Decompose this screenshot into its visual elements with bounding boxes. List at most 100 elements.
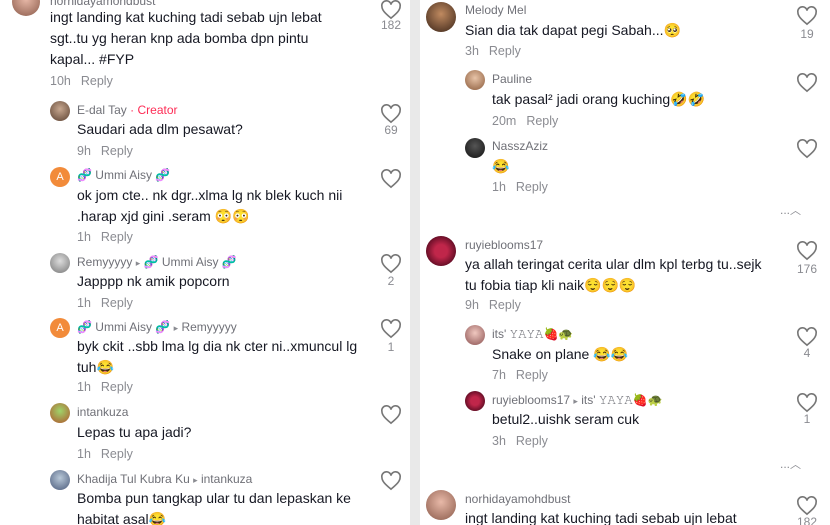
reply-button[interactable]: Reply xyxy=(526,114,558,128)
reply-button[interactable]: Reply xyxy=(101,380,133,394)
comment-text: betul2..uishk seram cuk xyxy=(492,411,640,427)
comment-time: 1h xyxy=(492,180,506,194)
reply-button[interactable]: Reply xyxy=(516,180,548,194)
avatar[interactable] xyxy=(12,0,40,16)
heart-icon[interactable] xyxy=(380,0,402,20)
comment-author[interactable]: Pauline xyxy=(492,72,532,86)
comment-text: byk ckit ..sbb lma lg dia nk cter ni..xm… xyxy=(77,338,358,375)
comment-author[interactable]: Melody Mel xyxy=(465,3,526,17)
reply-target[interactable]: 🧬 Ummi Aisy 🧬 xyxy=(144,255,237,269)
comment-text: Japppp nk amik popcorn xyxy=(77,273,230,289)
author-name: E-dal Tay xyxy=(77,103,127,117)
comment-time: 1h xyxy=(77,296,91,310)
chevron-up-icon: ︿ xyxy=(790,205,802,217)
heart-icon[interactable] xyxy=(796,327,818,347)
heart-icon[interactable] xyxy=(380,254,402,274)
comment-time: 1h xyxy=(77,447,91,461)
reply-button[interactable]: Reply xyxy=(81,74,113,88)
comment-meta: 1h Reply xyxy=(77,230,133,244)
comment-author[interactable]: 🧬 Ummi Aisy 🧬 xyxy=(77,168,170,182)
reply-button[interactable]: Reply xyxy=(489,298,521,312)
collapse-replies[interactable]: ...︿ xyxy=(780,202,801,218)
avatar[interactable] xyxy=(50,403,70,423)
avatar[interactable]: A xyxy=(50,167,70,187)
chevron-up-icon: ︿ xyxy=(790,459,802,471)
reply-target[interactable]: intankuza xyxy=(201,472,252,486)
comment-author[interactable]: intankuza xyxy=(77,405,128,419)
heart-icon[interactable] xyxy=(380,405,402,425)
comment-meta: 20m Reply xyxy=(492,114,558,128)
heart-icon[interactable] xyxy=(380,319,402,339)
heart-icon[interactable] xyxy=(380,104,402,124)
author-name: 🧬 Ummi Aisy 🧬 xyxy=(77,320,171,334)
comment-meta: 7h Reply xyxy=(492,368,548,382)
collapse-replies[interactable]: ...︿ xyxy=(780,456,801,472)
comment-meta: 1h Reply xyxy=(77,380,133,394)
comment-author[interactable]: ruyieblooms17 xyxy=(465,238,543,252)
avatar[interactable] xyxy=(426,490,456,520)
comment-author[interactable]: E-dal Tay · Creator xyxy=(77,103,178,117)
avatar[interactable] xyxy=(50,470,70,490)
comment-meta: 1h Reply xyxy=(492,180,548,194)
reply-button[interactable]: Reply xyxy=(101,447,133,461)
comment-author[interactable]: Khadija Tul Kubra Ku ▸ intankuza xyxy=(77,472,252,486)
author-name: ruyieblooms17 xyxy=(492,393,571,407)
comment-author[interactable]: norhidayamohdbust xyxy=(465,492,570,506)
comment-meta: 3h Reply xyxy=(492,434,548,448)
heart-icon[interactable] xyxy=(380,169,402,189)
like-count: 19 xyxy=(800,27,814,41)
heart-icon[interactable] xyxy=(796,393,818,413)
heart-icon[interactable] xyxy=(796,6,818,26)
comment-text: Bomba pun tangkap ular tu dan lepaskan k… xyxy=(77,490,351,525)
avatar[interactable] xyxy=(426,236,456,266)
comment-time: 10h xyxy=(50,74,71,88)
reply-target[interactable]: Remyyyyy xyxy=(181,320,236,334)
comment-text: ya allah teringat cerita ular dlm kpl te… xyxy=(465,256,762,293)
comment-time: 3h xyxy=(465,44,479,58)
comment-text: Snake on plane 😂😂 xyxy=(492,346,629,362)
avatar[interactable] xyxy=(50,101,70,121)
heart-icon[interactable] xyxy=(796,73,818,93)
reply-button[interactable]: Reply xyxy=(489,44,521,58)
comment-meta: 9h Reply xyxy=(465,298,521,312)
like-count: 1 xyxy=(387,340,395,354)
like-count: 176 xyxy=(796,262,818,276)
reply-arrow-icon: ▸ xyxy=(135,258,141,268)
like-count: 2 xyxy=(387,274,395,288)
avatar[interactable] xyxy=(465,70,485,90)
comment-author[interactable]: its' 𝚈𝙰𝚈𝙰🍓🐢 xyxy=(492,327,573,342)
reply-button[interactable]: Reply xyxy=(101,230,133,244)
like-count: 182 xyxy=(380,18,402,32)
comment-text: ok jom cte.. nk dgr..xlma lg nk blek kuc… xyxy=(77,187,343,224)
avatar[interactable] xyxy=(465,325,485,345)
reply-target[interactable]: its' 𝚈𝙰𝚈𝙰🍓🐢 xyxy=(581,393,662,407)
comment-time: 1h xyxy=(77,230,91,244)
like-count: 69 xyxy=(384,123,398,137)
comment-author[interactable]: Remyyyyy ▸ 🧬 Ummi Aisy 🧬 xyxy=(77,255,237,269)
comments-panel-left: norhidayamohdbust ingt landing kat kuchi… xyxy=(0,0,410,525)
avatar[interactable] xyxy=(465,138,485,158)
comment-time: 1h xyxy=(77,380,91,394)
comments-panel-right: Melody Mel Sian dia tak dapat pegi Sabah… xyxy=(420,0,830,525)
avatar[interactable]: A xyxy=(50,318,70,338)
heart-icon[interactable] xyxy=(796,139,818,159)
avatar[interactable] xyxy=(426,2,456,32)
comment-author[interactable]: ruyieblooms17 ▸ its' 𝚈𝙰𝚈𝙰🍓🐢 xyxy=(492,393,663,408)
reply-button[interactable]: Reply xyxy=(101,296,133,310)
reply-button[interactable]: Reply xyxy=(101,144,133,158)
comment-author[interactable]: 🧬 Ummi Aisy 🧬 ▸ Remyyyyy xyxy=(77,320,237,334)
comment-meta: 1h Reply xyxy=(77,296,133,310)
heart-icon[interactable] xyxy=(380,471,402,491)
creator-badge: · Creator xyxy=(130,103,178,117)
reply-arrow-icon: ▸ xyxy=(193,475,198,485)
reply-button[interactable]: Reply xyxy=(516,368,548,382)
heart-icon[interactable] xyxy=(796,241,818,261)
comment-author[interactable]: NasszAziz xyxy=(492,139,548,153)
more-dots: ... xyxy=(780,457,791,471)
comment-text: Sian dia tak dapat pegi Sabah...🥺 xyxy=(465,22,681,38)
heart-icon[interactable] xyxy=(796,496,818,516)
reply-button[interactable]: Reply xyxy=(516,434,548,448)
avatar[interactable] xyxy=(50,253,70,273)
comment-meta: 9h Reply xyxy=(77,144,133,158)
avatar[interactable] xyxy=(465,391,485,411)
